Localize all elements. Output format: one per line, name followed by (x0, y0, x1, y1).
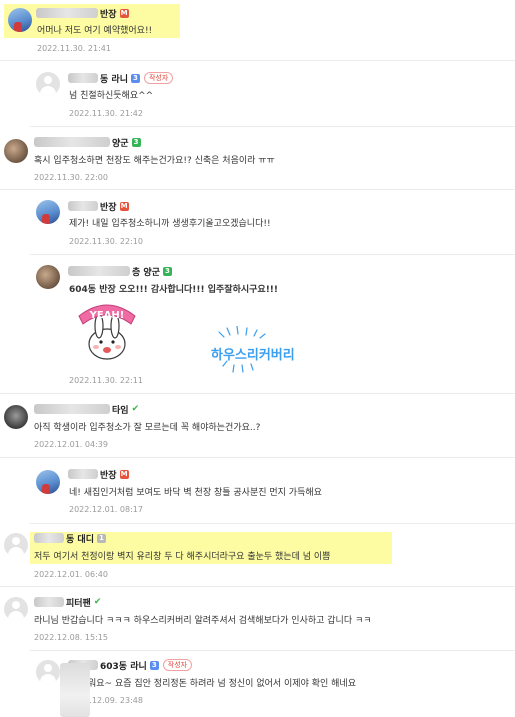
level-badge-icon: 3 (131, 137, 141, 147)
level-badge-icon: 3 (162, 266, 172, 276)
avatar[interactable] (8, 8, 32, 32)
comment-text: 제가! 내일 입주청소하니까 생생후기올고오겠습니다!! (69, 219, 271, 229)
blurred-name (34, 533, 64, 543)
avatar[interactable] (36, 200, 60, 224)
level-badge-icon: M (119, 469, 129, 479)
divider (0, 457, 515, 458)
level-badge-icon: M (119, 8, 129, 18)
comment-date: 2022.12.01. 04:39 (34, 440, 108, 449)
comment-text: 라니님 반갑습니다 ㅋㅋㅋ 하우스리커버리 알려주셔서 검색해보다가 인사하고 … (34, 616, 372, 626)
avatar[interactable] (36, 470, 60, 494)
comment-text: 604동 반장 오오!!! 감사합니다!!! 입주잘하시구요!!! (69, 285, 279, 295)
comment-author[interactable]: 반장 M (68, 467, 129, 481)
comment-author[interactable]: 타임 ✔ (34, 402, 139, 416)
avatar[interactable] (36, 265, 60, 289)
author-name-suffix: 동 라니 (100, 74, 128, 85)
avatar[interactable] (36, 72, 60, 96)
divider (0, 60, 515, 61)
comment-date: 2022.11.30. 21:42 (69, 109, 143, 118)
comment-author[interactable]: 층 양군 3 (68, 264, 172, 278)
author-name-suffix: 피터팬 (66, 598, 91, 609)
comment-author[interactable]: 반장 M (36, 6, 129, 20)
divider (30, 126, 515, 127)
author-name-suffix: 양군 (112, 138, 129, 149)
house-recovery-sticker[interactable]: 하우스리커버리 (203, 326, 315, 374)
house-recovery-sticker-text: 하우스리커버리 (211, 348, 295, 363)
comment-text: 네! 새집인거처럼 보여도 바닥 벽 천장 창틀 공사분진 먼지 가득해요 (69, 488, 322, 498)
comment-author[interactable]: 피터팬 ✔ (34, 595, 101, 609)
comment-date: 2022.11.30. 22:10 (69, 237, 143, 246)
author-name-suffix: 603동 라니 (100, 661, 147, 672)
blurred-name (68, 266, 130, 276)
blurred-name (34, 137, 110, 147)
avatar[interactable] (4, 139, 28, 163)
comment-text: 어머나 저도 여기 예약했어요!! (37, 26, 153, 36)
author-name-suffix: 반장 (100, 202, 117, 213)
author-name-suffix: 반장 (100, 470, 117, 481)
comment-date: 2022.11.30. 22:00 (34, 173, 108, 182)
divider (30, 523, 515, 524)
sprout-icon: ✔ (131, 404, 140, 414)
avatar[interactable] (4, 405, 28, 429)
divider (0, 393, 515, 394)
level-badge-icon: 3 (130, 73, 140, 83)
avatar[interactable] (4, 533, 28, 557)
level-badge-icon: 1 (96, 533, 106, 543)
blurred-name (34, 404, 110, 414)
comment-author[interactable]: 양군 3 (34, 135, 141, 149)
comment-author[interactable]: 동 라니 3 작성자 (68, 71, 174, 85)
comment-text: 넘 친절하신듯해요^^ (69, 91, 154, 101)
comment-text: 워요~ 요즘 집안 정리정돈 하려라 넘 정신이 없어서 이제야 확인 해네요 (88, 679, 356, 689)
author-name-suffix: 층 양군 (132, 267, 160, 278)
comment-date: 2022.12.01. 08:17 (69, 505, 143, 514)
comment-date: 2022.11.30. 22:11 (69, 376, 143, 385)
author-name-suffix: 타임 (112, 405, 129, 416)
author-name-suffix: 동 대디 (66, 534, 94, 545)
author-badge: 작성자 (162, 659, 193, 671)
comment-text: 아직 학생이라 입주청소가 잘 모르는데 꼭 해야하는건가요..? (34, 423, 261, 433)
blurred-name (68, 469, 98, 479)
avatar[interactable] (4, 597, 28, 621)
sprout-icon: ✔ (93, 597, 102, 607)
comment-author[interactable]: 동 대디 1 (34, 531, 106, 545)
comment-date: 2022.12.08. 15:15 (34, 633, 108, 642)
comment-text: 혹시 입주청소하면 천장도 해주는건가요!? 신축은 처음이라 ㅠㅠ (34, 156, 275, 166)
blurred-name (68, 73, 98, 83)
divider (30, 254, 515, 255)
blurred-name (36, 8, 98, 18)
author-name-suffix: 반장 (100, 9, 117, 20)
divider (30, 650, 515, 651)
divider (0, 189, 515, 190)
avatar[interactable] (36, 660, 60, 684)
blurred-name (68, 201, 98, 211)
comment-author[interactable]: 반장 M (68, 199, 129, 213)
comment-text: 저두 여기서 천정이랑 벽지 유리창 두 다 해주시더라구요 출눈두 했는데 넘… (34, 552, 331, 562)
comment-date: 2022.11.30. 21:41 (37, 44, 111, 53)
redaction-blur (60, 663, 90, 717)
yeah-sticker[interactable]: YEAH! (75, 296, 139, 362)
yeah-sticker-text: YEAH! (89, 310, 125, 321)
level-badge-icon: M (119, 201, 129, 211)
level-badge-icon: 3 (149, 660, 159, 670)
divider (0, 586, 515, 587)
author-badge: 작성자 (143, 72, 174, 84)
blurred-name (34, 597, 64, 607)
comment-date: 2022.12.01. 06:40 (34, 570, 108, 579)
